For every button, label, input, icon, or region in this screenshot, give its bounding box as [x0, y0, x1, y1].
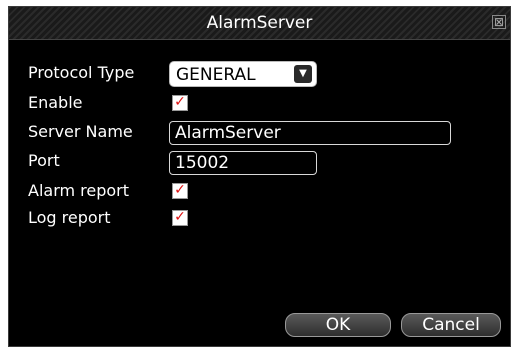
title-bar[interactable]: AlarmServer ⊠	[9, 7, 510, 40]
enable-checkbox[interactable]: ✓	[172, 95, 188, 111]
cancel-button[interactable]: Cancel	[401, 313, 501, 337]
server-name-label: Server Name	[28, 122, 133, 141]
log-report-label: Log report	[28, 208, 111, 227]
protocol-type-value: GENERAL	[176, 65, 256, 85]
port-input[interactable]: 15002	[169, 151, 317, 175]
close-icon[interactable]: ⊠	[492, 15, 506, 29]
alarm-report-label: Alarm report	[28, 181, 130, 200]
ok-button[interactable]: OK	[285, 313, 391, 337]
protocol-type-label: Protocol Type	[28, 63, 135, 82]
enable-label: Enable	[28, 93, 83, 112]
alarm-server-dialog: AlarmServer ⊠ Protocol Type GENERAL ▼ En…	[8, 6, 511, 347]
chevron-down-icon[interactable]: ▼	[294, 65, 312, 83]
server-name-input[interactable]: AlarmServer	[169, 121, 451, 145]
protocol-type-select[interactable]: GENERAL ▼	[169, 61, 317, 87]
log-report-checkbox[interactable]: ✓	[172, 210, 188, 226]
alarm-report-checkbox[interactable]: ✓	[172, 183, 188, 199]
port-label: Port	[28, 151, 60, 170]
dialog-title: AlarmServer	[206, 13, 313, 33]
